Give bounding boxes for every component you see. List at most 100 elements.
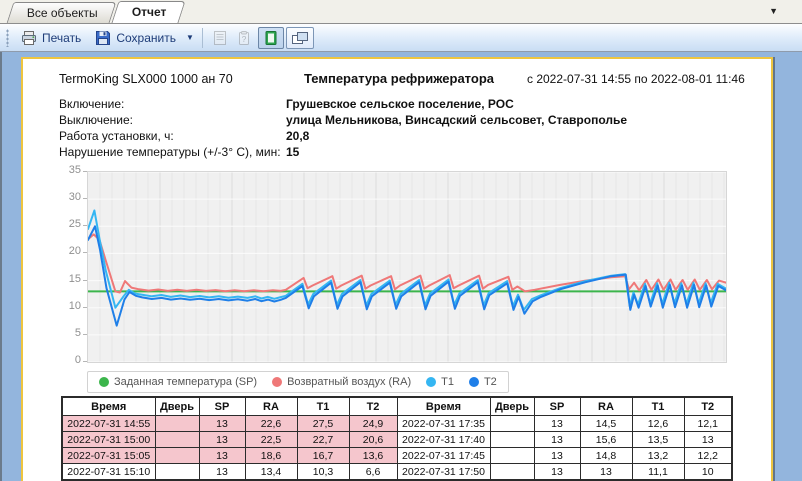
y-axis-label: 10 <box>59 300 81 312</box>
table-header-row: ВремяДверьSPRAT1T2ВремяДверьSPRAT1T2 <box>62 397 732 416</box>
y-axis-tick <box>83 225 87 226</box>
y-axis-label: 5 <box>59 327 81 339</box>
table-cell: 16,7 <box>297 448 349 464</box>
table-cell: 20,6 <box>349 432 397 448</box>
table-cell: 13 <box>684 432 732 448</box>
page-layout-button[interactable] <box>286 27 314 49</box>
printer-icon <box>21 30 37 46</box>
table-cell: 13 <box>199 416 245 432</box>
table-cell: 13 <box>534 432 580 448</box>
table-cell <box>155 464 199 481</box>
table-cell: 13 <box>199 432 245 448</box>
y-axis-tick <box>83 307 87 308</box>
report-table: ВремяДверьSPRAT1T2ВремяДверьSPRAT1T22022… <box>61 396 733 481</box>
tab-bar: Все объекты Отчет ▼ <box>0 0 802 24</box>
tab-all-objects[interactable]: Все объекты <box>7 2 117 23</box>
chart-plot-area <box>87 171 727 363</box>
y-axis-label: 15 <box>59 273 81 285</box>
table-cell <box>155 432 199 448</box>
field-value-on: Грушевское сельское поселение, РОС <box>286 97 514 111</box>
report-view-toggle-button[interactable] <box>258 27 284 49</box>
y-axis-label: 35 <box>59 164 81 176</box>
table-cell: 10,3 <box>297 464 349 481</box>
legend-label: T1 <box>441 376 454 388</box>
table-cell: 6,6 <box>349 464 397 481</box>
report-view-area: TermoKing SLX000 1000 ан 70 Температура … <box>0 52 802 481</box>
save-button-label: Сохранить <box>116 31 176 45</box>
y-axis-label: 25 <box>59 218 81 230</box>
table-cell <box>490 464 534 481</box>
legend-item: T1 <box>426 376 454 388</box>
table-cell: 18,6 <box>245 448 297 464</box>
save-icon <box>95 30 111 46</box>
table-cell: 2022-07-31 17:50 <box>397 464 490 481</box>
save-button[interactable]: Сохранить <box>88 28 183 48</box>
report-view-icon <box>263 30 279 46</box>
table-cell: 10 <box>684 464 732 481</box>
svg-text:?: ? <box>242 34 247 44</box>
y-axis-tick <box>83 198 87 199</box>
report-period: с 2022-07-31 14:55 по 2022-08-01 11:46 <box>527 72 745 86</box>
legend-dot-icon <box>99 377 109 387</box>
print-button[interactable]: Печать <box>14 28 88 48</box>
table-header: Время <box>62 397 155 416</box>
table-cell: 12,1 <box>684 416 732 432</box>
table-cell: 11,1 <box>632 464 684 481</box>
chart-legend: Заданная температура (SP) Возвратный возд… <box>87 371 509 393</box>
field-label-violation: Нарушение температуры (+/-3° С), мин: <box>59 145 281 159</box>
legend-label: Заданная температура (SP) <box>114 376 257 388</box>
table-cell: 2022-07-31 15:05 <box>62 448 155 464</box>
field-value-violation: 15 <box>286 145 299 159</box>
help-button: ? <box>232 28 256 48</box>
legend-dot-icon <box>469 377 479 387</box>
table-header: Дверь <box>490 397 534 416</box>
tab-all-objects-label: Все объекты <box>27 3 98 23</box>
report-title: Температура рефрижератора <box>304 71 494 86</box>
table-cell: 12,2 <box>684 448 732 464</box>
legend-label: Возвратный воздух (RA) <box>287 376 411 388</box>
save-dropdown-arrow[interactable]: ▼ <box>183 31 197 44</box>
help-icon: ? <box>236 30 252 46</box>
chart-canvas <box>88 172 726 362</box>
legend-item: T2 <box>469 376 497 388</box>
y-axis-label: 0 <box>59 354 81 366</box>
table-row: 2022-07-31 14:551322,627,524,92022-07-31… <box>62 416 732 432</box>
table-cell <box>155 448 199 464</box>
table-header: T2 <box>684 397 732 416</box>
field-label-on: Включение: <box>59 97 124 111</box>
table-cell: 22,7 <box>297 432 349 448</box>
legend-item: Возвратный воздух (RA) <box>272 376 411 388</box>
tab-report[interactable]: Отчет <box>111 1 185 23</box>
table-cell: 2022-07-31 17:35 <box>397 416 490 432</box>
table-cell <box>490 432 534 448</box>
tab-overflow-button[interactable]: ▼ <box>769 6 778 16</box>
table-cell: 13 <box>534 416 580 432</box>
toolbar-grip[interactable] <box>6 29 9 47</box>
table-cell: 13 <box>534 464 580 481</box>
table-cell: 2022-07-31 15:10 <box>62 464 155 481</box>
table-header: RA <box>580 397 632 416</box>
table-cell: 13,2 <box>632 448 684 464</box>
table-cell: 13 <box>580 464 632 481</box>
table-row: 2022-07-31 15:051318,616,713,62022-07-31… <box>62 448 732 464</box>
table-cell: 22,5 <box>245 432 297 448</box>
legend-dot-icon <box>272 377 282 387</box>
field-label-runtime: Работа установки, ч: <box>59 129 174 143</box>
table-cell: 24,9 <box>349 416 397 432</box>
table-cell: 13,5 <box>632 432 684 448</box>
table-cell: 2022-07-31 14:55 <box>62 416 155 432</box>
table-cell: 13 <box>199 464 245 481</box>
table-cell <box>155 416 199 432</box>
table-header: T2 <box>349 397 397 416</box>
table-cell: 13,4 <box>245 464 297 481</box>
table-header: T1 <box>632 397 684 416</box>
toolbar-separator <box>202 28 203 48</box>
device-name: TermoKing SLX000 1000 ан 70 <box>59 72 233 86</box>
y-axis-tick <box>83 280 87 281</box>
table-cell: 2022-07-31 17:45 <box>397 448 490 464</box>
table-cell: 2022-07-31 15:00 <box>62 432 155 448</box>
report-page: TermoKing SLX000 1000 ан 70 Температура … <box>21 57 773 481</box>
table-header: T1 <box>297 397 349 416</box>
tab-report-label: Отчет <box>132 2 167 23</box>
table-header: SP <box>534 397 580 416</box>
